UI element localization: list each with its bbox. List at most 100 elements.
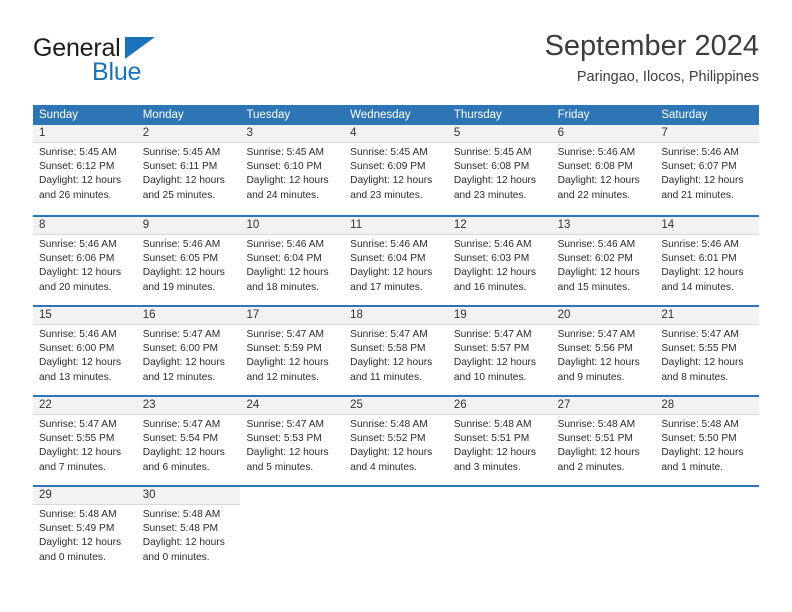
day-number: 23 bbox=[142, 399, 156, 411]
sunrise-text: Sunrise: 5:47 AM bbox=[246, 329, 325, 340]
sunset-text: Sunset: 5:56 PM bbox=[557, 343, 633, 355]
daylight-text-line2: and 10 minutes. bbox=[453, 371, 527, 383]
day-cell[interactable]: 29 Sunrise: 5:48 AM Sunset: 5:49 PM Dayligh… bbox=[33, 487, 137, 575]
sunset-text: Sunset: 6:10 PM bbox=[246, 161, 322, 173]
day-cell[interactable]: 15 Sunrise: 5:46 AM Sunset: 6:00 PM Dayligh… bbox=[33, 307, 137, 395]
sunrise-text: Sunrise: 5:47 AM bbox=[246, 419, 325, 430]
sunrise-text: Sunrise: 5:48 AM bbox=[142, 509, 221, 520]
day-cell[interactable]: 17 Sunrise: 5:47 AM Sunset: 5:59 PM Dayligh… bbox=[240, 307, 345, 395]
day-number: 3 bbox=[246, 127, 253, 139]
day-cell[interactable]: 19 Sunrise: 5:47 AM Sunset: 5:57 PM Dayligh… bbox=[447, 307, 552, 395]
day-details bbox=[655, 505, 759, 508]
day-number-band: 13 bbox=[551, 217, 656, 235]
sunset-text: Sunset: 5:57 PM bbox=[453, 343, 530, 355]
day-details: Sunrise: 5:48 AM Sunset: 5:50 PM Daylight:… bbox=[655, 415, 759, 475]
day-number-band: 9 bbox=[136, 217, 241, 235]
day-number: 25 bbox=[350, 399, 363, 411]
sunset-text: Sunset: 6:02 PM bbox=[557, 253, 633, 265]
day-number: 12 bbox=[453, 219, 467, 231]
daylight-text-line1: Daylight: 12 hours bbox=[142, 267, 225, 279]
sunset-text: Sunset: 5:54 PM bbox=[142, 433, 219, 445]
sunrise-text: Sunrise: 5:48 AM bbox=[557, 419, 636, 430]
daylight-text-line2: and 13 minutes. bbox=[39, 371, 112, 383]
sunrise-text: Sunrise: 5:47 AM bbox=[350, 329, 428, 340]
day-cell-empty bbox=[655, 487, 760, 575]
day-cell[interactable]: 10 Sunrise: 5:46 AM Sunset: 6:04 PM Dayligh… bbox=[240, 217, 345, 305]
day-cell[interactable]: 5 Sunrise: 5:45 AM Sunset: 6:08 PM Daylight… bbox=[447, 125, 552, 215]
daylight-text-line2: and 9 minutes. bbox=[557, 371, 625, 383]
weekday-header-sunday: Sunday bbox=[39, 109, 79, 121]
day-cell[interactable]: 11 Sunrise: 5:46 AM Sunset: 6:04 PM Dayligh… bbox=[344, 217, 448, 305]
daylight-text-line2: and 8 minutes. bbox=[661, 371, 729, 383]
day-number: 16 bbox=[142, 309, 156, 321]
day-number: 18 bbox=[350, 309, 363, 321]
daylight-text-line1: Daylight: 12 hours bbox=[246, 267, 329, 279]
daylight-text-line2: and 25 minutes. bbox=[142, 189, 216, 201]
day-details: Sunrise: 5:47 AM Sunset: 5:58 PM Daylight:… bbox=[344, 325, 448, 385]
daylight-text-line2: and 20 minutes. bbox=[39, 281, 112, 293]
day-details: Sunrise: 5:46 AM Sunset: 6:02 PM Daylight:… bbox=[552, 235, 656, 295]
day-cell[interactable]: 13 Sunrise: 5:46 AM Sunset: 6:02 PM Dayligh… bbox=[551, 217, 656, 305]
sunset-text: Sunset: 6:05 PM bbox=[142, 253, 219, 265]
day-cell[interactable]: 26 Sunrise: 5:48 AM Sunset: 5:51 PM Dayligh… bbox=[447, 397, 552, 485]
day-cell[interactable]: 18 Sunrise: 5:47 AM Sunset: 5:58 PM Dayligh… bbox=[344, 307, 448, 395]
day-cell-empty bbox=[344, 487, 448, 575]
day-cell[interactable]: 9 Sunrise: 5:46 AM Sunset: 6:05 PM Daylight… bbox=[136, 217, 241, 305]
daylight-text-line1: Daylight: 12 hours bbox=[142, 175, 225, 187]
day-cell[interactable]: 22 Sunrise: 5:47 AM Sunset: 5:55 PM Dayligh… bbox=[33, 397, 137, 485]
sunrise-text: Sunrise: 5:45 AM bbox=[246, 147, 325, 158]
daylight-text-line1: Daylight: 12 hours bbox=[39, 267, 122, 279]
day-cell[interactable]: 27 Sunrise: 5:48 AM Sunset: 5:51 PM Dayligh… bbox=[551, 397, 656, 485]
calendar-week-row: 29 Sunrise: 5:48 AM Sunset: 5:49 PM Dayligh… bbox=[33, 485, 760, 575]
day-number-band: 28 bbox=[655, 397, 760, 415]
day-cell[interactable]: 2 Sunrise: 5:45 AM Sunset: 6:11 PM Daylight… bbox=[136, 125, 241, 215]
day-cell[interactable]: 1 Sunrise: 5:45 AM Sunset: 6:12 PM Daylight… bbox=[33, 125, 137, 215]
day-details: Sunrise: 5:45 AM Sunset: 6:08 PM Daylight:… bbox=[448, 143, 552, 203]
day-cell[interactable]: 3 Sunrise: 5:45 AM Sunset: 6:10 PM Daylight… bbox=[240, 125, 345, 215]
day-cell[interactable]: 8 Sunrise: 5:46 AM Sunset: 6:06 PM Daylight… bbox=[33, 217, 137, 305]
day-cell[interactable]: 25 Sunrise: 5:48 AM Sunset: 5:52 PM Dayligh… bbox=[344, 397, 448, 485]
day-number-band: 22 bbox=[33, 397, 137, 415]
day-cell[interactable]: 16 Sunrise: 5:47 AM Sunset: 6:00 PM Dayligh… bbox=[136, 307, 241, 395]
day-number-band: 24 bbox=[240, 397, 345, 415]
sunset-text: Sunset: 6:12 PM bbox=[39, 161, 115, 173]
day-number-band: 6 bbox=[551, 125, 656, 143]
day-details: Sunrise: 5:48 AM Sunset: 5:49 PM Daylight:… bbox=[33, 505, 137, 565]
sunrise-text: Sunrise: 5:47 AM bbox=[453, 329, 532, 340]
daylight-text-line2: and 2 minutes. bbox=[557, 461, 625, 473]
sunset-text: Sunset: 5:51 PM bbox=[453, 433, 530, 445]
day-cell[interactable]: 4 Sunrise: 5:45 AM Sunset: 6:09 PM Daylight… bbox=[344, 125, 448, 215]
sunset-text: Sunset: 6:06 PM bbox=[39, 253, 115, 265]
sunrise-text: Sunrise: 5:46 AM bbox=[557, 147, 636, 158]
day-cell[interactable]: 7 Sunrise: 5:46 AM Sunset: 6:07 PM Daylight… bbox=[655, 125, 760, 215]
day-cell[interactable]: 24 Sunrise: 5:47 AM Sunset: 5:53 PM Dayligh… bbox=[240, 397, 345, 485]
daylight-text-line2: and 12 minutes. bbox=[246, 371, 319, 383]
daylight-text-line2: and 5 minutes. bbox=[246, 461, 314, 473]
day-cell[interactable]: 30 Sunrise: 5:48 AM Sunset: 5:48 PM Dayligh… bbox=[136, 487, 241, 575]
day-details: Sunrise: 5:46 AM Sunset: 6:01 PM Daylight:… bbox=[655, 235, 759, 295]
sunrise-text: Sunrise: 5:45 AM bbox=[142, 147, 221, 158]
sunrise-text: Sunrise: 5:46 AM bbox=[246, 239, 325, 250]
daylight-text-line2: and 12 minutes. bbox=[142, 371, 216, 383]
day-details: Sunrise: 5:45 AM Sunset: 6:12 PM Daylight:… bbox=[33, 143, 137, 203]
day-cell[interactable]: 14 Sunrise: 5:46 AM Sunset: 6:01 PM Dayligh… bbox=[655, 217, 760, 305]
sunset-text: Sunset: 5:58 PM bbox=[350, 343, 426, 355]
day-details: Sunrise: 5:47 AM Sunset: 5:56 PM Daylight:… bbox=[552, 325, 656, 385]
daylight-text-line2: and 21 minutes. bbox=[661, 189, 734, 201]
day-cell[interactable]: 23 Sunrise: 5:47 AM Sunset: 5:54 PM Dayligh… bbox=[136, 397, 241, 485]
day-cell[interactable]: 6 Sunrise: 5:46 AM Sunset: 6:08 PM Daylight… bbox=[551, 125, 656, 215]
day-number-band: 11 bbox=[344, 217, 448, 235]
daylight-text-line1: Daylight: 12 hours bbox=[661, 447, 744, 459]
day-number-band: 5 bbox=[447, 125, 552, 143]
page-title: September 2024 bbox=[544, 30, 759, 62]
day-number-band: 20 bbox=[551, 307, 656, 325]
daylight-text-line2: and 0 minutes. bbox=[39, 551, 106, 563]
day-details bbox=[344, 505, 448, 508]
day-cell[interactable]: 12 Sunrise: 5:46 AM Sunset: 6:03 PM Dayligh… bbox=[447, 217, 552, 305]
sunset-text: Sunset: 6:03 PM bbox=[453, 253, 530, 265]
day-details bbox=[448, 505, 552, 508]
page-header: General Blue September 2024 Paringao, Il… bbox=[33, 28, 759, 98]
day-cell[interactable]: 20 Sunrise: 5:47 AM Sunset: 5:56 PM Dayligh… bbox=[551, 307, 656, 395]
day-cell[interactable]: 21 Sunrise: 5:47 AM Sunset: 5:55 PM Dayligh… bbox=[655, 307, 760, 395]
day-cell[interactable]: 28 Sunrise: 5:48 AM Sunset: 5:50 PM Dayligh… bbox=[655, 397, 760, 485]
